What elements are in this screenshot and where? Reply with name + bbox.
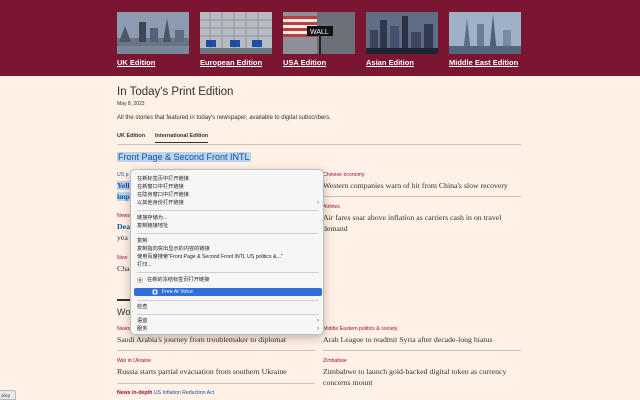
- edition-middle-east[interactable]: Middle East Edition: [449, 12, 521, 67]
- menu-item-label: 语音: [137, 318, 148, 324]
- article-headline[interactable]: Arab League to readmit Syria after decad…: [323, 334, 523, 345]
- article-tag[interactable]: US p: [117, 172, 129, 178]
- article-tag[interactable]: Chinese economy: [323, 172, 523, 178]
- article-headline[interactable]: yea: [117, 233, 128, 242]
- divider: [323, 350, 521, 351]
- article-headline[interactable]: imp: [117, 192, 130, 201]
- article-card[interactable]: Airlines Air fares soar above inflation …: [323, 204, 523, 234]
- eu-building-flags-image[interactable]: [200, 12, 272, 54]
- menu-item-free-ai-voice[interactable]: Free AI Voice: [134, 288, 322, 296]
- wall-street-sign-image[interactable]: WALL: [283, 12, 355, 54]
- page-title: In Today's Print Edition: [117, 86, 234, 98]
- edition-european[interactable]: European Edition: [200, 12, 272, 67]
- section-title-front-page[interactable]: Front Page & Second Front INTL: [117, 152, 251, 162]
- edition-label[interactable]: UK Edition: [117, 58, 189, 67]
- chevron-right-icon: ›: [317, 200, 319, 206]
- menu-item-copy[interactable]: 复制: [131, 237, 325, 245]
- menu-item-copy-link-to-highlight[interactable]: 复制指向突出显示的内容的链接: [131, 245, 325, 253]
- article-headline[interactable]: Zimbabwe to launch gold-backed digital t…: [323, 366, 523, 388]
- edition-asian[interactable]: Asian Edition: [366, 12, 438, 67]
- article-tag[interactable]: New: [117, 255, 127, 261]
- article-headline[interactable]: Air fares soar above inflation as carrie…: [323, 212, 523, 234]
- article-card[interactable]: War in Ukraine Russia starts partial eva…: [117, 358, 317, 377]
- menu-item-services[interactable]: 服务 ›: [131, 325, 325, 333]
- menu-item-open-incognito[interactable]: 在隐身窗口中打开链接: [131, 191, 325, 199]
- article-card[interactable]: Zimbabwe Zimbabwe to launch gold-backed …: [323, 358, 523, 388]
- print-date: May 8, 2023: [117, 101, 145, 107]
- menu-separator: [137, 210, 319, 211]
- article-tag[interactable]: Middle Eastern politics & society: [323, 326, 523, 332]
- article-headline[interactable]: Yell: [117, 181, 130, 190]
- menu-item-copy-link-address[interactable]: 复制链接地址: [131, 222, 325, 230]
- chevron-right-icon: ›: [317, 318, 319, 324]
- tab-uk-edition[interactable]: UK Edition: [117, 133, 145, 139]
- menu-item-open-new-tab[interactable]: 在新标签页中打开链接: [131, 175, 325, 183]
- middle-east-towers-image[interactable]: [449, 12, 521, 54]
- edition-tabs: UK Edition International Edition: [117, 133, 521, 145]
- article-tag-prefix[interactable]: News in-depth: [117, 390, 152, 396]
- edition-label[interactable]: USA Edition: [283, 58, 355, 67]
- article-headline[interactable]: Cha: [117, 264, 130, 273]
- edition-usa[interactable]: WALL USA Edition: [283, 12, 355, 67]
- menu-item-label: 以其他身份打开链接: [137, 200, 184, 206]
- menu-item-inspect[interactable]: 检查: [131, 303, 325, 311]
- london-skyline-image[interactable]: [117, 12, 189, 54]
- menu-item-label: 服务: [137, 326, 148, 332]
- article-headline[interactable]: Saudi Arabia's journey from troublemaker…: [117, 334, 317, 345]
- menu-separator: [137, 300, 319, 301]
- menu-item-search-baidu[interactable]: 使用百度搜索"Front Page & Second Front INTL US…: [131, 253, 325, 261]
- menu-item-print[interactable]: 打印...: [131, 261, 325, 269]
- divider: [117, 350, 315, 351]
- menu-separator: [137, 233, 319, 234]
- article-tag[interactable]: News: [117, 213, 130, 219]
- menu-item-open-as-profile[interactable]: 以其他身份打开链接 ›: [131, 199, 325, 207]
- article-headline[interactable]: Dea: [117, 222, 130, 231]
- article-tag[interactable]: News in-depth US Inflation Reduction Act: [117, 390, 317, 396]
- article-tag-topic[interactable]: US Inflation Reduction Act: [154, 390, 214, 396]
- chevron-right-icon: ›: [317, 326, 319, 332]
- article-headline[interactable]: Western companies warn of hit from China…: [323, 180, 523, 191]
- menu-item-label: Free AI Voice: [162, 289, 193, 295]
- article-card[interactable]: News in-depth US Inflation Reduction Act: [117, 390, 317, 396]
- asian-city-skyline-image[interactable]: [366, 12, 438, 54]
- divider: [117, 383, 315, 384]
- article-tag[interactable]: War in Ukraine: [117, 358, 317, 364]
- edition-label[interactable]: Middle East Edition: [449, 58, 521, 67]
- editions-band: UK Edition European Edition WALL USA Edi…: [0, 0, 640, 76]
- article-headline[interactable]: Russia starts partial evacuation from so…: [117, 366, 317, 377]
- divider: [323, 196, 521, 197]
- edition-label[interactable]: European Edition: [200, 58, 272, 67]
- menu-item-speech[interactable]: 语音 ›: [131, 317, 325, 325]
- policy-badge[interactable]: olicy: [0, 390, 16, 400]
- menu-item-save-link-as[interactable]: 链接存储为...: [131, 214, 325, 222]
- section-title-world[interactable]: Wo: [117, 307, 130, 317]
- extension-icon: [137, 277, 143, 283]
- menu-item-label: 在新的冻结标签页打开链接: [147, 277, 210, 283]
- menu-separator: [137, 314, 319, 315]
- edition-uk[interactable]: UK Edition: [117, 12, 189, 67]
- article-card[interactable]: Middle Eastern politics & society Arab L…: [323, 326, 523, 345]
- article-tag[interactable]: Airlines: [323, 204, 523, 210]
- menu-item-open-frozen-tab[interactable]: 在新的冻结标签页打开链接: [131, 276, 325, 284]
- menu-separator: [137, 272, 319, 273]
- context-menu: 在新标签页中打开链接 在新窗口中打开链接 在隐身窗口中打开链接 以其他身份打开链…: [130, 169, 324, 335]
- tab-international-edition[interactable]: International Edition: [155, 133, 209, 143]
- page-intro: All the stories that featured in today's…: [117, 115, 331, 121]
- article-card[interactable]: Chinese economy Western companies warn o…: [323, 172, 523, 191]
- edition-label[interactable]: Asian Edition: [366, 58, 438, 67]
- svg-text:WALL: WALL: [310, 29, 329, 36]
- article-tag[interactable]: Zimbabwe: [323, 358, 523, 364]
- voice-icon: [152, 289, 158, 295]
- menu-item-open-new-window[interactable]: 在新窗口中打开链接: [131, 183, 325, 191]
